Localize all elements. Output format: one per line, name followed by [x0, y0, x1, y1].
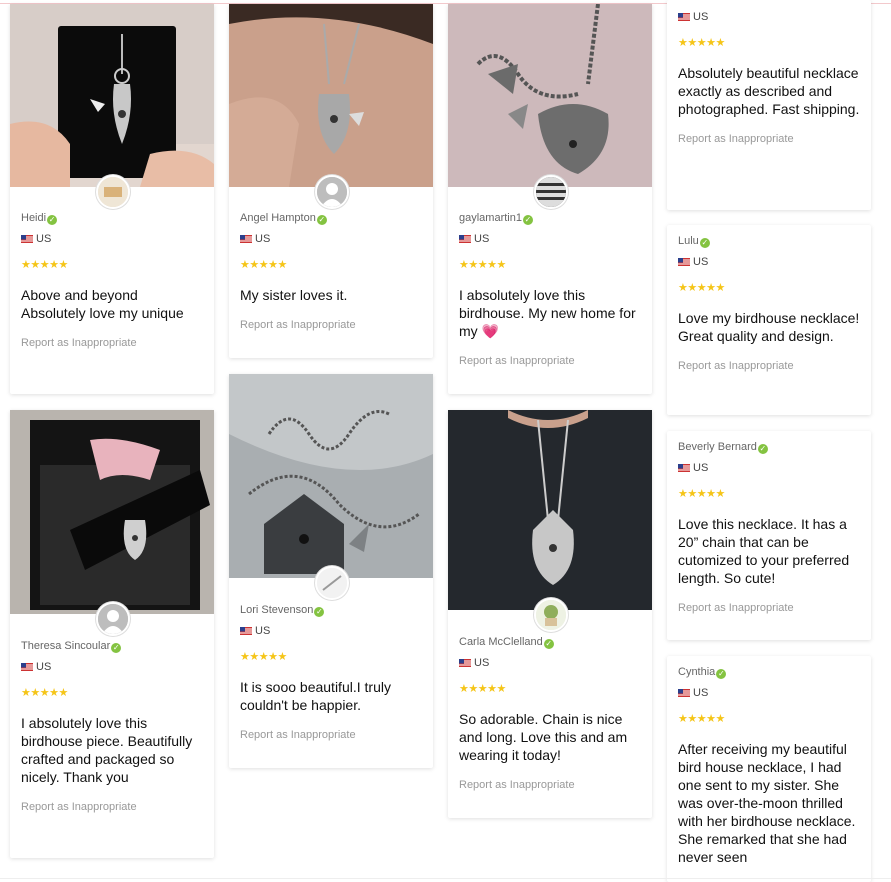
report-link[interactable]: Report as Inappropriate: [678, 359, 861, 373]
review-photo[interactable]: [448, 410, 652, 610]
star-rating: ★★★★★: [240, 259, 287, 271]
reviewer-name: Carla McClelland ✓: [459, 636, 554, 649]
review-text: After receiving my beautiful bird house …: [678, 741, 856, 865]
review-text: It is sooo beautiful.I truly couldn't be…: [240, 679, 391, 713]
review-text: I absolutely love this birdhouse. My new…: [459, 287, 636, 339]
review-card: Theresa Sincoular ✓ US ★★★★★ I absolutely…: [10, 410, 214, 858]
reviewer-country: US: [459, 656, 642, 670]
review-photo[interactable]: [448, 4, 652, 187]
review-photo[interactable]: [10, 4, 214, 187]
heart-icon: 💗: [481, 323, 499, 339]
star-rating: ★★★★★: [678, 488, 725, 500]
reviewer-country: US: [240, 624, 423, 638]
review-photo[interactable]: [10, 410, 214, 614]
report-link[interactable]: Report as Inappropriate: [21, 800, 204, 814]
report-link[interactable]: Report as Inappropriate: [21, 336, 204, 350]
review-photo[interactable]: [229, 374, 433, 578]
star-rating: ★★★★★: [21, 259, 68, 271]
review-text: Love this necklace. It has a 20” chain t…: [678, 516, 850, 586]
avatar: [315, 566, 349, 600]
us-flag-icon: [21, 661, 33, 671]
review-text: Above and beyond Absolutely love my uniq…: [21, 287, 184, 321]
reviewer-name: Lori Stevenson ✓: [240, 604, 325, 617]
bottom-divider: [0, 878, 891, 879]
star-rating: ★★★★★: [678, 37, 725, 49]
report-link[interactable]: Report as Inappropriate: [459, 778, 642, 792]
reviewer-country: US: [21, 232, 204, 246]
verified-icon: ✓: [757, 444, 768, 454]
avatar: [315, 175, 349, 209]
verified-icon: ✓: [47, 215, 58, 225]
review-card: US ★★★★★ Absolutely beautiful necklace e…: [667, 0, 871, 210]
us-flag-icon: [459, 233, 471, 243]
reviewer-name: Lulu ✓: [678, 235, 710, 248]
us-flag-icon: [459, 657, 471, 667]
verified-icon: ✓: [716, 669, 727, 679]
review-card: Carla McClelland ✓ US ★★★★★ So adorable. …: [448, 410, 652, 818]
report-link[interactable]: Report as Inappropriate: [678, 601, 861, 615]
report-link[interactable]: Report as Inappropriate: [459, 354, 642, 368]
us-flag-icon: [678, 11, 690, 21]
us-flag-icon: [240, 625, 252, 635]
review-text: My sister loves it.: [240, 287, 348, 303]
review-text: I absolutely love this birdhouse piece. …: [21, 715, 193, 785]
verified-icon: ✓: [699, 238, 710, 248]
star-rating: ★★★★★: [459, 259, 506, 271]
review-photo[interactable]: [229, 4, 433, 187]
reviewer-name: Cynthia ✓: [678, 666, 727, 679]
us-flag-icon: [678, 256, 690, 266]
reviewer-name: Theresa Sincoular ✓: [21, 640, 122, 653]
reviewer-country: US: [21, 660, 204, 674]
review-card: gaylamartin1 ✓ US ★★★★★ I absolutely love…: [448, 4, 652, 394]
review-text: So adorable. Chain is nice and long. Lov…: [459, 711, 628, 763]
us-flag-icon: [240, 233, 252, 243]
reviewer-name: Heidi ✓: [21, 212, 58, 225]
avatar: [534, 598, 568, 632]
review-card: Lulu ✓ US ★★★★★ Love my birdhouse necklac…: [667, 225, 871, 415]
review-card: Cynthia ✓ US ★★★★★ After receiving my bea…: [667, 656, 871, 882]
verified-icon: ✓: [316, 215, 327, 225]
report-link[interactable]: Report as Inappropriate: [240, 318, 423, 332]
reviewer-country: US: [678, 461, 861, 475]
reviewer-name: gaylamartin1 ✓: [459, 212, 533, 225]
reviewer-name: Angel Hampton ✓: [240, 212, 327, 225]
us-flag-icon: [678, 687, 690, 697]
verified-icon: ✓: [522, 215, 533, 225]
review-card: Beverly Bernard ✓ US ★★★★★ Love this neck…: [667, 431, 871, 640]
reviewer-country: US: [678, 10, 861, 24]
avatar: [534, 175, 568, 209]
review-text: Love my birdhouse necklace! Great qualit…: [678, 310, 860, 344]
star-rating: ★★★★★: [21, 687, 68, 699]
review-card: Heidi ✓ US ★★★★★ Above and beyond Absolut…: [10, 4, 214, 394]
review-card: Angel Hampton ✓ US ★★★★★ My sister loves …: [229, 4, 433, 358]
star-rating: ★★★★★: [240, 651, 287, 663]
us-flag-icon: [678, 462, 690, 472]
reviewer-country: US: [240, 232, 423, 246]
reviewer-country: US: [678, 255, 861, 269]
reviewer-name: Beverly Bernard ✓: [678, 441, 768, 454]
reviewer-country: US: [678, 686, 861, 700]
us-flag-icon: [21, 233, 33, 243]
report-link[interactable]: Report as Inappropriate: [678, 132, 861, 146]
star-rating: ★★★★★: [678, 713, 725, 725]
star-rating: ★★★★★: [459, 683, 506, 695]
review-text: Absolutely beautiful necklace exactly as…: [678, 65, 860, 117]
reviewer-country: US: [459, 232, 642, 246]
avatar: [96, 602, 130, 636]
verified-icon: ✓: [111, 643, 122, 653]
verified-icon: ✓: [543, 639, 554, 649]
review-card: Lori Stevenson ✓ US ★★★★★ It is sooo beau…: [229, 374, 433, 768]
star-rating: ★★★★★: [678, 282, 725, 294]
report-link[interactable]: Report as Inappropriate: [240, 728, 423, 742]
verified-icon: ✓: [314, 607, 325, 617]
avatar: [96, 175, 130, 209]
